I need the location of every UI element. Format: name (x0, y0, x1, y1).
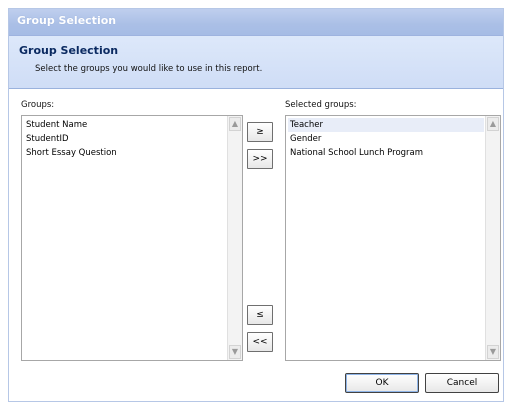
scroll-up-arrow-icon[interactable]: ▲ (229, 117, 241, 131)
dialog-window: Group Selection Group Selection Select t… (8, 8, 504, 402)
selected-groups-listbox[interactable]: Teacher Gender National School Lunch Pro… (285, 115, 501, 361)
header-title: Group Selection (19, 44, 119, 57)
list-item[interactable]: Student Name (24, 118, 226, 132)
groups-listbox[interactable]: Student Name StudentID Short Essay Quest… (21, 115, 243, 361)
scroll-down-arrow-icon[interactable]: ▼ (487, 345, 499, 359)
selected-groups-label: Selected groups: (285, 100, 357, 110)
list-item[interactable]: Short Essay Question (24, 146, 226, 160)
scroll-up-arrow-icon[interactable]: ▲ (487, 117, 499, 131)
list-item[interactable]: National School Lunch Program (288, 146, 484, 160)
groups-scrollbar[interactable]: ▲ ▼ (227, 116, 242, 360)
window-title: Group Selection (17, 14, 117, 27)
groups-label: Groups: (21, 100, 55, 110)
cancel-button[interactable]: Cancel (425, 373, 499, 393)
add-all-button[interactable]: >> (247, 149, 273, 169)
remove-selected-button[interactable]: ≤ (247, 305, 273, 325)
scroll-down-arrow-icon[interactable]: ▼ (229, 345, 241, 359)
dialog-header: Group Selection Select the groups you wo… (9, 36, 503, 89)
list-item[interactable]: StudentID (24, 132, 226, 146)
cancel-button-label: Cancel (446, 378, 478, 388)
list-item[interactable]: Gender (288, 132, 484, 146)
ok-button-label: OK (375, 378, 389, 388)
list-item[interactable]: Teacher (288, 118, 484, 132)
title-bar[interactable]: Group Selection (9, 9, 503, 36)
remove-all-button[interactable]: << (247, 332, 273, 352)
header-subtitle: Select the groups you would like to use … (35, 64, 263, 74)
ok-button[interactable]: OK (345, 373, 419, 393)
add-selected-button[interactable]: ≥ (247, 122, 273, 142)
selected-groups-scrollbar[interactable]: ▲ ▼ (485, 116, 500, 360)
